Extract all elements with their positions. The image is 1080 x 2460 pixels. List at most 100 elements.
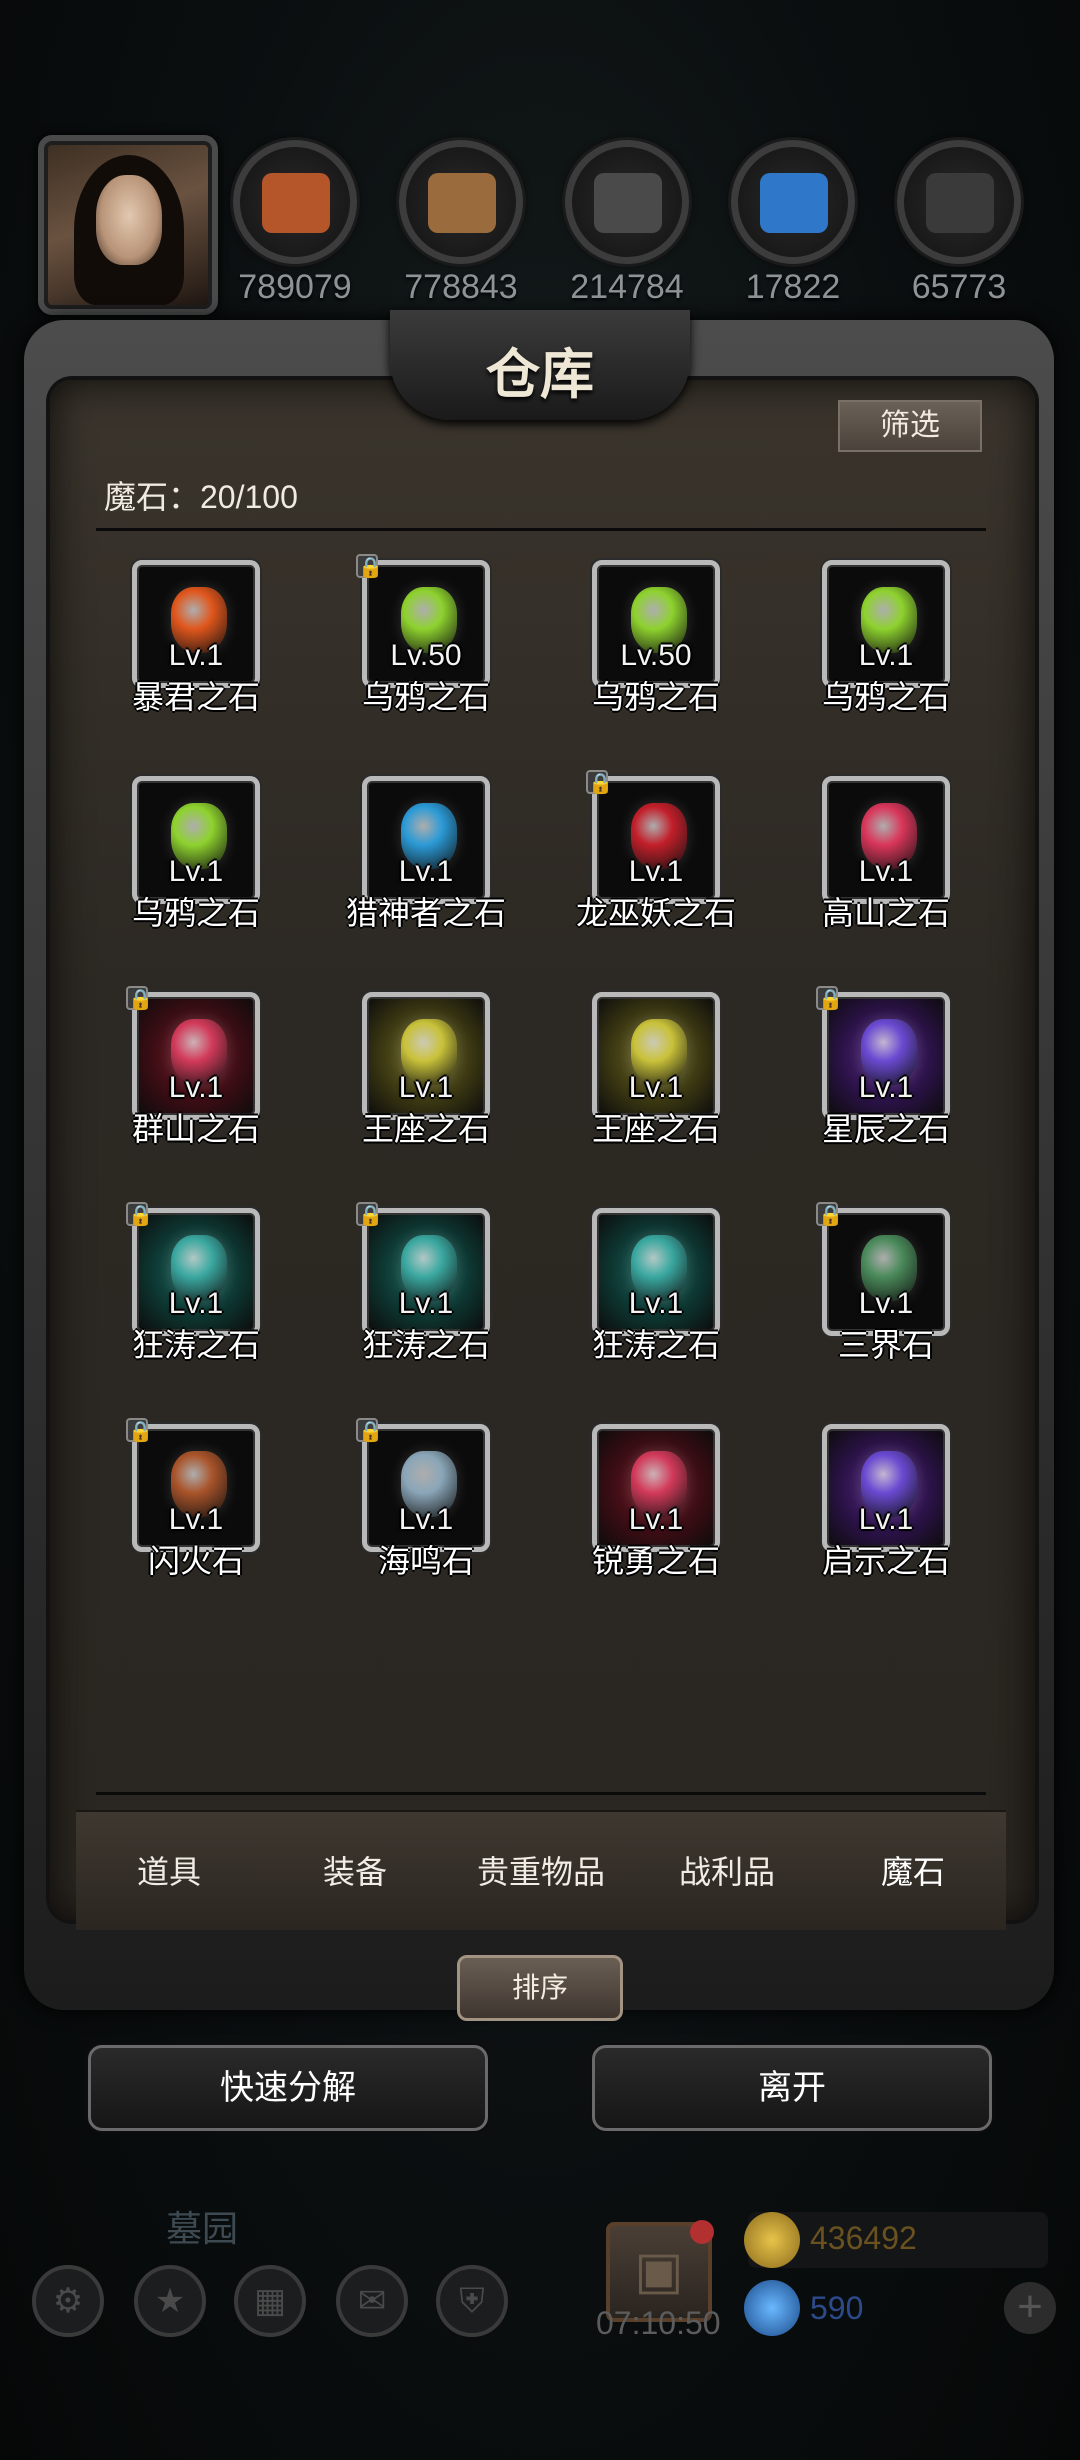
stone-slot[interactable]: Lv.1 (592, 1424, 720, 1552)
stone-slot[interactable]: Lv.1 (132, 776, 260, 904)
gift-timer: 07:10:50 (596, 2305, 721, 2341)
stone-item[interactable]: Lv.1 🔒 闪火石 (96, 1418, 296, 1624)
stone-name: 乌鸦之石 (821, 679, 950, 715)
shield-icon[interactable]: ⛨ (436, 2265, 508, 2337)
tab-4[interactable]: 魔石 (820, 1812, 1006, 1932)
stone-name: 乌鸦之石 (131, 895, 260, 931)
stone-slot[interactable]: Lv.1 (362, 1208, 490, 1336)
stone-slot[interactable]: Lv.1 (592, 1208, 720, 1336)
stone-level: Lv.50 (620, 639, 692, 672)
lock-icon: 🔒 (356, 1418, 383, 1443)
stone-level: Lv.1 (858, 1287, 914, 1320)
stone-slot[interactable]: Lv.1 (592, 776, 720, 904)
resource-value: 17822 (745, 268, 841, 306)
stone-slot[interactable]: Lv.1 (132, 560, 260, 688)
stone-item[interactable]: Lv.50 乌鸦之石 (556, 560, 756, 760)
resource-value: 789079 (238, 268, 352, 306)
stone-slot[interactable]: Lv.1 (822, 560, 950, 688)
settings-icon[interactable]: ⚙ (32, 2265, 104, 2337)
stone-level: Lv.1 (858, 1071, 914, 1104)
stone-item[interactable]: Lv.1 🔒 星辰之石 (786, 986, 986, 1192)
stone-level: Lv.1 (628, 1287, 684, 1320)
stone-level: Lv.1 (398, 1287, 454, 1320)
stone-slot[interactable]: Lv.1 (362, 992, 490, 1120)
filter-button[interactable]: 筛选 (838, 400, 982, 452)
resource-item[interactable]: 789079 (220, 140, 370, 310)
stone-item[interactable]: Lv.50 🔒 乌鸦之石 (326, 554, 526, 760)
stone-item[interactable]: Lv.1 🔒 龙巫妖之石 (556, 770, 756, 976)
stone-slot[interactable]: Lv.50 (362, 560, 490, 688)
stone-item[interactable]: Lv.1 狂涛之石 (556, 1208, 756, 1408)
stone-item[interactable]: Lv.1 猎神者之石 (326, 776, 526, 976)
stone-slot[interactable]: Lv.1 (822, 1424, 950, 1552)
stone-item[interactable]: Lv.1 🔒 狂涛之石 (326, 1202, 526, 1408)
gold-icon (744, 2212, 800, 2268)
stone-item[interactable]: Lv.1 暴君之石 (96, 560, 296, 760)
stone-slot[interactable]: Lv.1 (822, 992, 950, 1120)
tab-2[interactable]: 贵重物品 (448, 1812, 634, 1932)
tab-3[interactable]: 战利品 (634, 1812, 820, 1932)
location-label: 墓园 (166, 2208, 239, 2249)
stone-name: 锐勇之石 (591, 1543, 720, 1579)
stone-item[interactable]: Lv.1 启示之石 (786, 1424, 986, 1624)
stone-item[interactable]: Lv.1 高山之石 (786, 776, 986, 976)
stone-level: Lv.1 (168, 1287, 224, 1320)
stone-name: 启示之石 (821, 1543, 950, 1579)
resource-item[interactable]: 17822 (718, 140, 868, 310)
stone-slot[interactable]: Lv.50 (592, 560, 720, 688)
star-icon[interactable]: ★ (134, 2265, 206, 2337)
stone-slot[interactable]: Lv.1 (132, 992, 260, 1120)
stone-slot[interactable]: Lv.1 (362, 776, 490, 904)
lock-icon: 🔒 (126, 1418, 153, 1443)
resource-item[interactable]: 778843 (386, 140, 536, 310)
stone-item[interactable]: Lv.1 乌鸦之石 (96, 776, 296, 976)
wood-icon (399, 140, 523, 264)
player-avatar[interactable] (38, 135, 218, 315)
leave-button[interactable]: 离开 (592, 2045, 992, 2131)
gem-currency-icon (744, 2280, 800, 2336)
stone-item[interactable]: Lv.1 锐勇之石 (556, 1424, 756, 1624)
lock-icon: 🔒 (816, 1202, 843, 1227)
lock-icon: 🔒 (356, 1202, 383, 1227)
gem-currency-value: 590 (810, 2290, 864, 2326)
book-icon[interactable]: ▦ (234, 2265, 306, 2337)
stone-icon (897, 140, 1021, 264)
stone-item[interactable]: Lv.1 🔒 群山之石 (96, 986, 296, 1192)
stone-name: 狂涛之石 (361, 1327, 490, 1363)
stone-slot[interactable]: Lv.1 (132, 1208, 260, 1336)
lock-icon: 🔒 (126, 1202, 153, 1227)
stone-item[interactable]: Lv.1 🔒 海鸣石 (326, 1418, 526, 1624)
mail-icon[interactable]: ✉ (336, 2265, 408, 2337)
lock-icon: 🔒 (126, 986, 153, 1011)
stone-level: Lv.1 (168, 639, 224, 672)
resource-item[interactable]: 65773 (884, 140, 1034, 310)
stone-item[interactable]: Lv.1 🔒 狂涛之石 (96, 1202, 296, 1408)
resource-value: 778843 (404, 268, 518, 306)
resource-item[interactable]: 214784 (552, 140, 702, 310)
stone-name: 暴君之石 (131, 679, 260, 715)
stone-item[interactable]: Lv.1 王座之石 (326, 992, 526, 1192)
quick-decompose-button[interactable]: 快速分解 (88, 2045, 488, 2131)
stone-level: Lv.1 (168, 1503, 224, 1536)
resource-value: 214784 (570, 268, 684, 306)
stone-item[interactable]: Lv.1 🔒 三界石 (786, 1202, 986, 1408)
stone-slot[interactable]: Lv.1 (592, 992, 720, 1120)
stone-slot[interactable]: Lv.1 (822, 776, 950, 904)
stone-item[interactable]: Lv.1 王座之石 (556, 992, 756, 1192)
category-tabs: 道具 装备 贵重物品 战利品 魔石 (76, 1810, 1006, 1930)
resource-bar: 789079 778843 214784 17822 65773 (0, 0, 1080, 330)
fruit-icon (233, 140, 357, 264)
stone-name: 龙巫妖之石 (575, 895, 736, 931)
sort-button[interactable]: 排序 (457, 1955, 623, 2021)
stone-item[interactable]: Lv.1 乌鸦之石 (786, 560, 986, 760)
stone-slot[interactable]: Lv.1 (362, 1424, 490, 1552)
stone-level: Lv.1 (858, 1503, 914, 1536)
stone-slot[interactable]: Lv.1 (822, 1208, 950, 1336)
stone-level: Lv.1 (168, 1071, 224, 1104)
add-currency-icon[interactable]: + (1004, 2282, 1056, 2334)
tab-0[interactable]: 道具 (76, 1812, 262, 1932)
stone-level: Lv.1 (398, 1071, 454, 1104)
stone-slot[interactable]: Lv.1 (132, 1424, 260, 1552)
tab-1[interactable]: 装备 (262, 1812, 448, 1932)
stone-level: Lv.1 (168, 855, 224, 888)
